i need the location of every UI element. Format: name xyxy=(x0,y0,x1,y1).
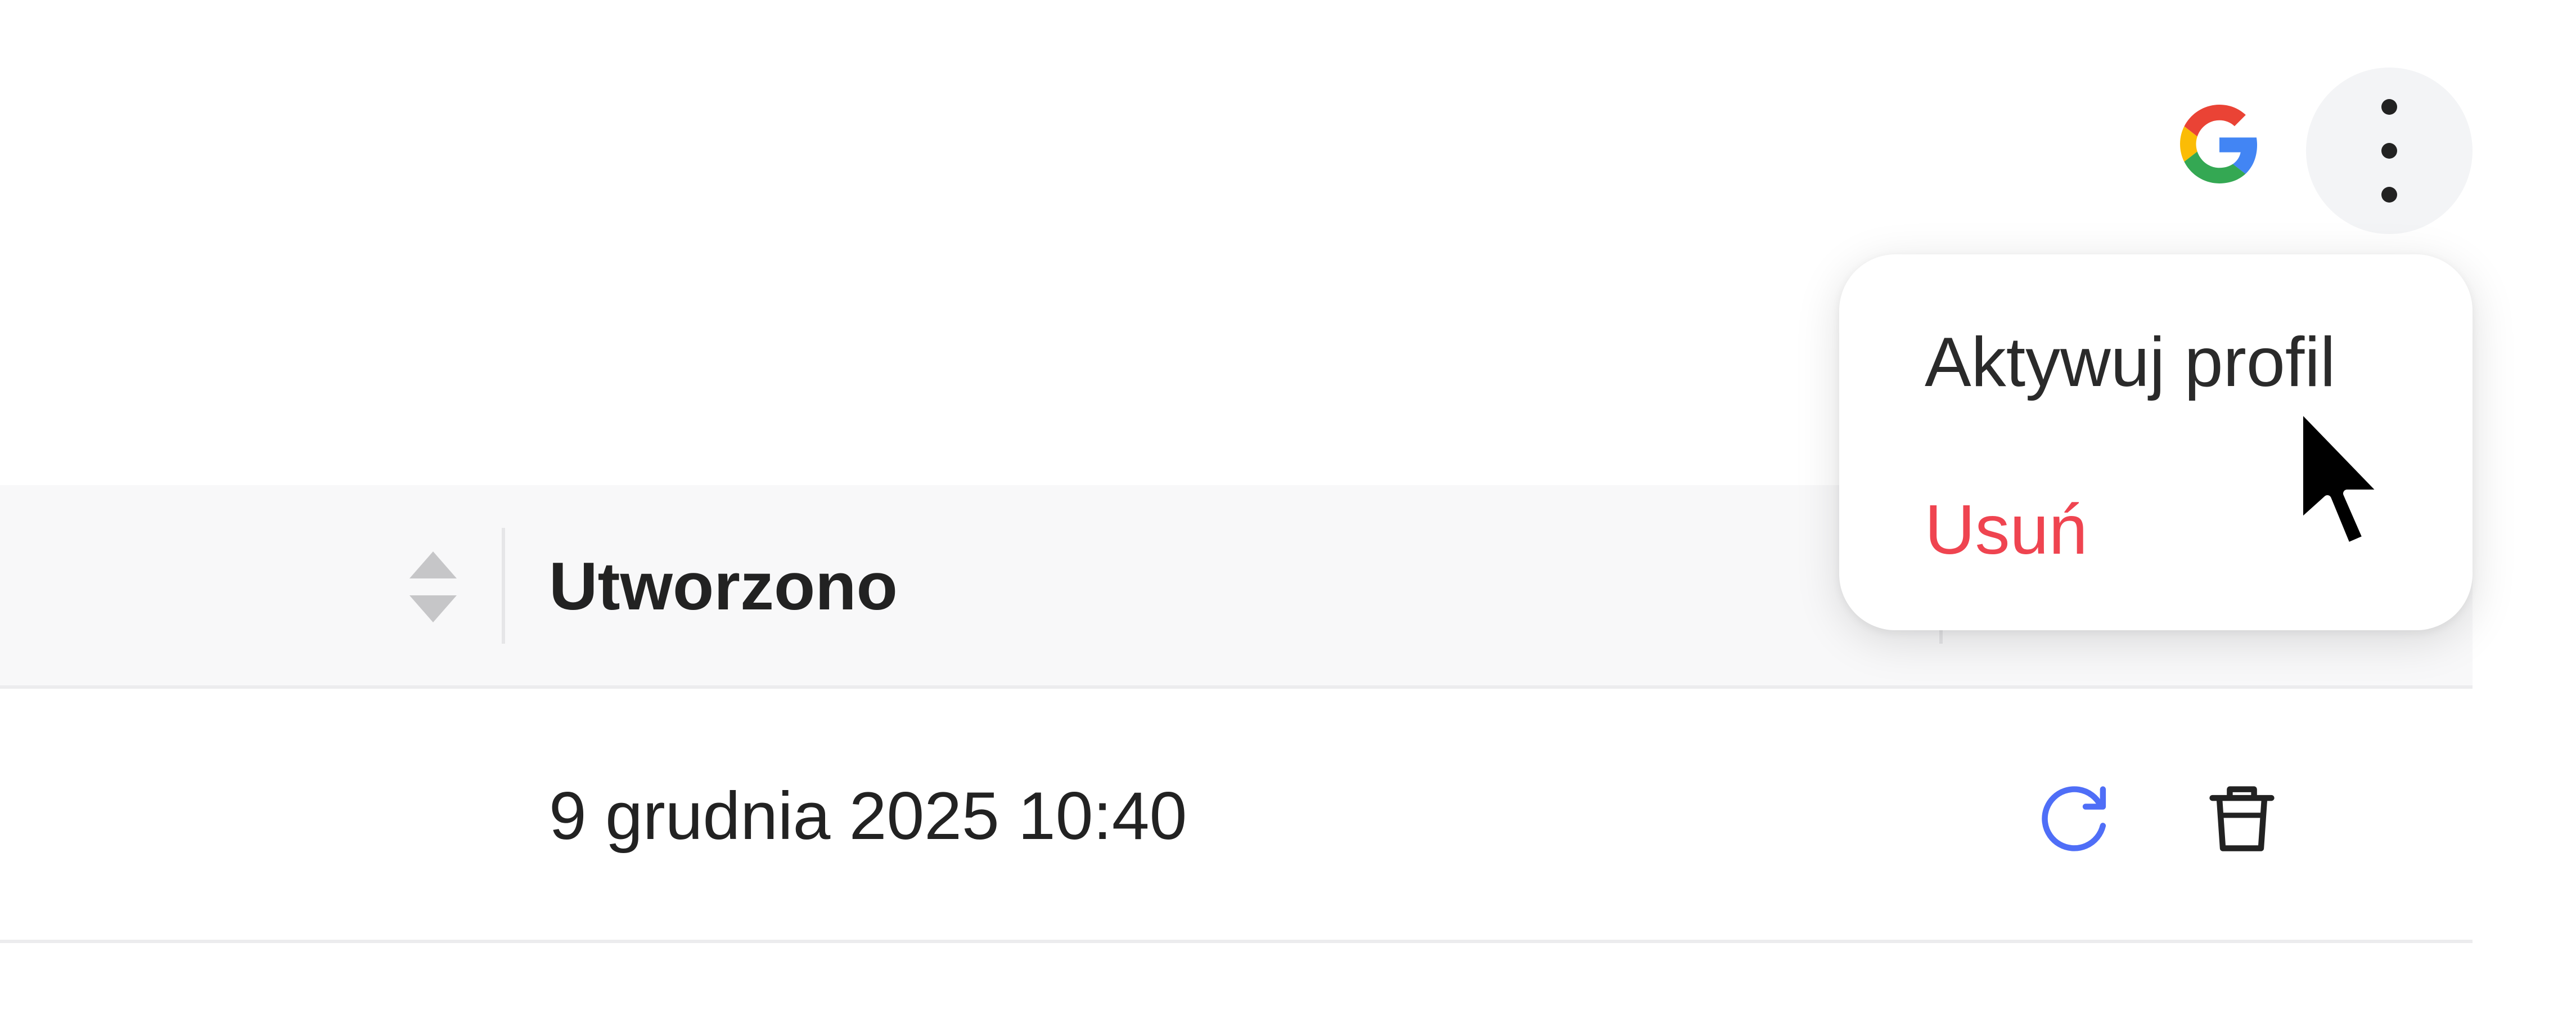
google-icon xyxy=(2180,105,2259,183)
created-date-cell: 9 grudnia 2025 10:40 xyxy=(549,778,1187,854)
more-vertical-icon xyxy=(2381,99,2397,115)
table-row: 9 grudnia 2025 10:40 xyxy=(0,689,2473,943)
trash-icon[interactable] xyxy=(2200,775,2284,859)
menu-item-activate-profile[interactable]: Aktywuj profil xyxy=(1925,327,2335,397)
sort-icon[interactable] xyxy=(409,551,457,622)
page: Utworzono 9 grudnia 2025 10:40 Aktywuj p… xyxy=(0,0,2576,1023)
more-vertical-icon-dot xyxy=(2381,187,2397,203)
refresh-icon[interactable] xyxy=(2033,775,2116,859)
profile-actions-menu: Aktywuj profil Usuń xyxy=(1839,254,2473,630)
more-vertical-icon-dot xyxy=(2381,143,2397,159)
more-options-button[interactable] xyxy=(2306,68,2473,234)
column-divider xyxy=(502,528,505,644)
column-header-created[interactable]: Utworzono xyxy=(549,553,898,620)
menu-item-delete[interactable]: Usuń xyxy=(1925,495,2087,565)
